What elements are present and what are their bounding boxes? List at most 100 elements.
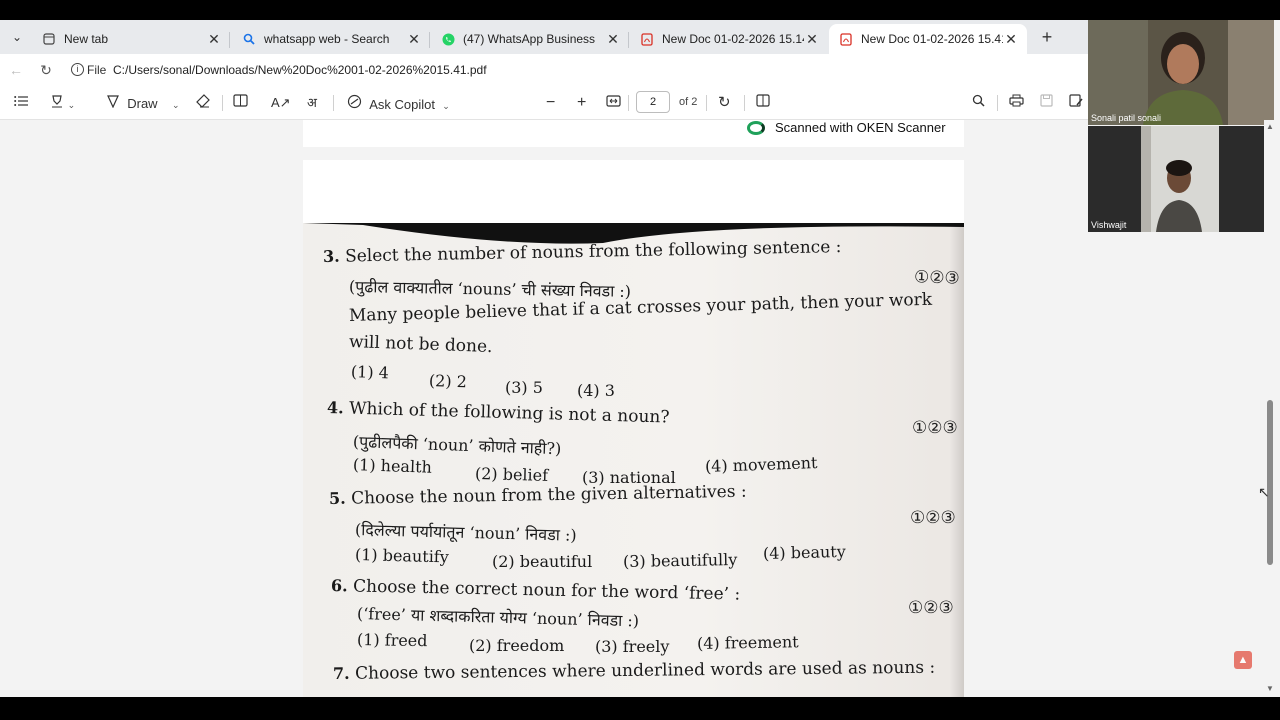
toolbar-divider (333, 95, 334, 111)
save-as-icon[interactable] (1069, 94, 1083, 112)
page-total: of 2 (679, 96, 698, 108)
scanner-text: Scanned with OKEN Scanner (775, 120, 946, 135)
video-call-panel: Sonali patil sonali Vishwajit (1088, 20, 1280, 697)
toolbar-divider (997, 95, 998, 111)
question-number: 5. (328, 488, 346, 508)
save-icon[interactable] (1040, 94, 1053, 112)
vertical-scrollbar[interactable]: ▲ ▼ (1264, 120, 1276, 697)
eraser-icon[interactable] (196, 94, 210, 112)
participant-name: Vishwajit (1091, 220, 1127, 230)
question-number: 3. (322, 246, 340, 266)
previous-page-bottom: Scanned with OKEN Scanner (303, 120, 964, 147)
scroll-up-icon[interactable]: ▲ (1266, 122, 1274, 131)
option: (3) freely (595, 637, 670, 656)
question-number: 6. (330, 576, 348, 596)
option: (1) health (352, 455, 433, 477)
tab-label: New Doc 01-02-2026 15.41.pdf (861, 32, 1003, 46)
participant-video[interactable]: Vishwajit (1088, 126, 1274, 232)
tab-label: whatsapp web - Search (264, 32, 390, 46)
acrobat-icon[interactable]: ▲ (1234, 651, 1252, 669)
translate-icon[interactable]: अ (307, 94, 317, 112)
pdf-toolbar: ⌄ Draw ⌄ A↗ अ Ask Copilot ⌄ − + 2 of 2 ↻ (0, 86, 1088, 120)
tab-pdf-1541-active[interactable]: New Doc 01-02-2026 15.41.pdf ✕ (829, 24, 1027, 54)
option: (2) beautiful (492, 552, 593, 571)
page-number-input[interactable]: 2 (636, 91, 670, 113)
two-page-view-icon[interactable] (756, 94, 770, 112)
mouse-cursor-icon: ↖ (1258, 484, 1270, 500)
toolbar-divider (744, 95, 745, 111)
close-icon[interactable]: ✕ (804, 31, 820, 48)
tab-search-chevron-icon[interactable]: ⌄ (6, 26, 28, 48)
option: (4) movement (704, 453, 818, 476)
option: (2) freedom (469, 636, 565, 655)
tab-label: New tab (64, 32, 109, 46)
option: (4) 3 (577, 381, 615, 400)
tab-whatsapp-search[interactable]: whatsapp web - Search ✕ (232, 24, 430, 54)
question-number: 4. (326, 398, 344, 418)
close-icon[interactable]: ✕ (605, 31, 621, 48)
url-scheme: File (87, 63, 107, 77)
tab-separator (628, 32, 629, 48)
tab-label: New Doc 01-02-2026 15.14.pdf (662, 32, 804, 46)
url-input[interactable]: C:/Users/sonal/Downloads/New%20Doc%2001-… (113, 63, 487, 77)
participant-video[interactable]: Sonali patil sonali (1088, 20, 1274, 125)
participant-name: Sonali patil sonali (1091, 113, 1162, 123)
option: (2) belief (474, 464, 549, 485)
rotate-icon[interactable]: ↻ (718, 94, 731, 112)
tab-strip: ⌄ New tab ✕ whatsapp web - Search ✕ (47)… (0, 20, 1088, 54)
fit-width-icon[interactable] (606, 94, 621, 112)
close-icon[interactable]: ✕ (406, 31, 422, 48)
tab-pdf-1514[interactable]: New Doc 01-02-2026 15.14.pdf ✕ (630, 24, 828, 54)
new-tab-plus-icon[interactable]: + (1036, 26, 1058, 48)
top-black-band (0, 0, 1280, 20)
scrollbar-thumb[interactable] (1267, 400, 1273, 565)
participant-avatar (1088, 20, 1274, 125)
answer-circles: ①②③ (913, 267, 961, 289)
option: (1) freed (356, 630, 428, 651)
pdf-icon (640, 32, 654, 46)
scanner-watermark: Scanned with OKEN Scanner (747, 120, 946, 135)
new-tab-page-icon (42, 32, 56, 46)
whatsapp-icon (441, 32, 455, 46)
close-icon[interactable]: ✕ (206, 31, 222, 48)
pdf-page-2: 3. Select the number of nouns from the f… (303, 160, 964, 697)
option: (4) beauty (762, 541, 847, 563)
option: (3) beautifully (622, 550, 738, 571)
answer-circles: ①②③ (912, 418, 958, 438)
back-arrow-icon[interactable]: ← (6, 60, 26, 80)
option: (1) 4 (350, 362, 390, 383)
ask-copilot-button[interactable]: Ask Copilot ⌄ (347, 94, 450, 112)
browser-window: ⌄ New tab ✕ whatsapp web - Search ✕ (47)… (0, 20, 1088, 697)
print-icon[interactable] (1009, 94, 1024, 112)
ask-copilot-label: Ask Copilot (369, 97, 435, 112)
tab-separator (429, 32, 430, 48)
read-aloud-icon[interactable]: A↗ (271, 94, 291, 112)
draw-button[interactable]: Draw ⌄ (106, 94, 180, 112)
toolbar-divider (706, 95, 707, 111)
answer-circles: ①②③ (910, 508, 956, 528)
search-icon[interactable] (972, 94, 985, 112)
bottom-black-band (0, 697, 1280, 720)
oken-logo-icon (747, 120, 765, 135)
reload-icon[interactable]: ↻ (36, 60, 56, 80)
option: (2) 2 (428, 371, 468, 392)
highlight-icon[interactable]: ⌄ (50, 94, 75, 112)
zoom-in-icon[interactable]: + (577, 94, 586, 112)
tab-whatsapp-business[interactable]: (47) WhatsApp Business ✕ (431, 24, 629, 54)
zoom-out-icon[interactable]: − (546, 94, 555, 112)
toolbar-divider (628, 95, 629, 111)
close-icon[interactable]: ✕ (1003, 31, 1019, 48)
pdf-icon (839, 32, 853, 46)
toolbar-divider (222, 95, 223, 111)
page-view-icon[interactable] (233, 94, 248, 112)
option: (4) freement (696, 632, 799, 653)
tab-new-tab[interactable]: New tab ✕ (32, 24, 230, 54)
option: (1) beautify (354, 545, 450, 567)
scroll-down-icon[interactable]: ▼ (1266, 684, 1274, 693)
answer-circles: ①②③ (908, 598, 954, 618)
contents-list-icon[interactable] (14, 94, 28, 112)
info-icon[interactable]: i (71, 63, 84, 76)
participant-avatar (1088, 126, 1274, 232)
tab-separator (229, 32, 230, 48)
address-bar: ← ↻ i File C:/Users/sonal/Downloads/New%… (0, 54, 1088, 86)
